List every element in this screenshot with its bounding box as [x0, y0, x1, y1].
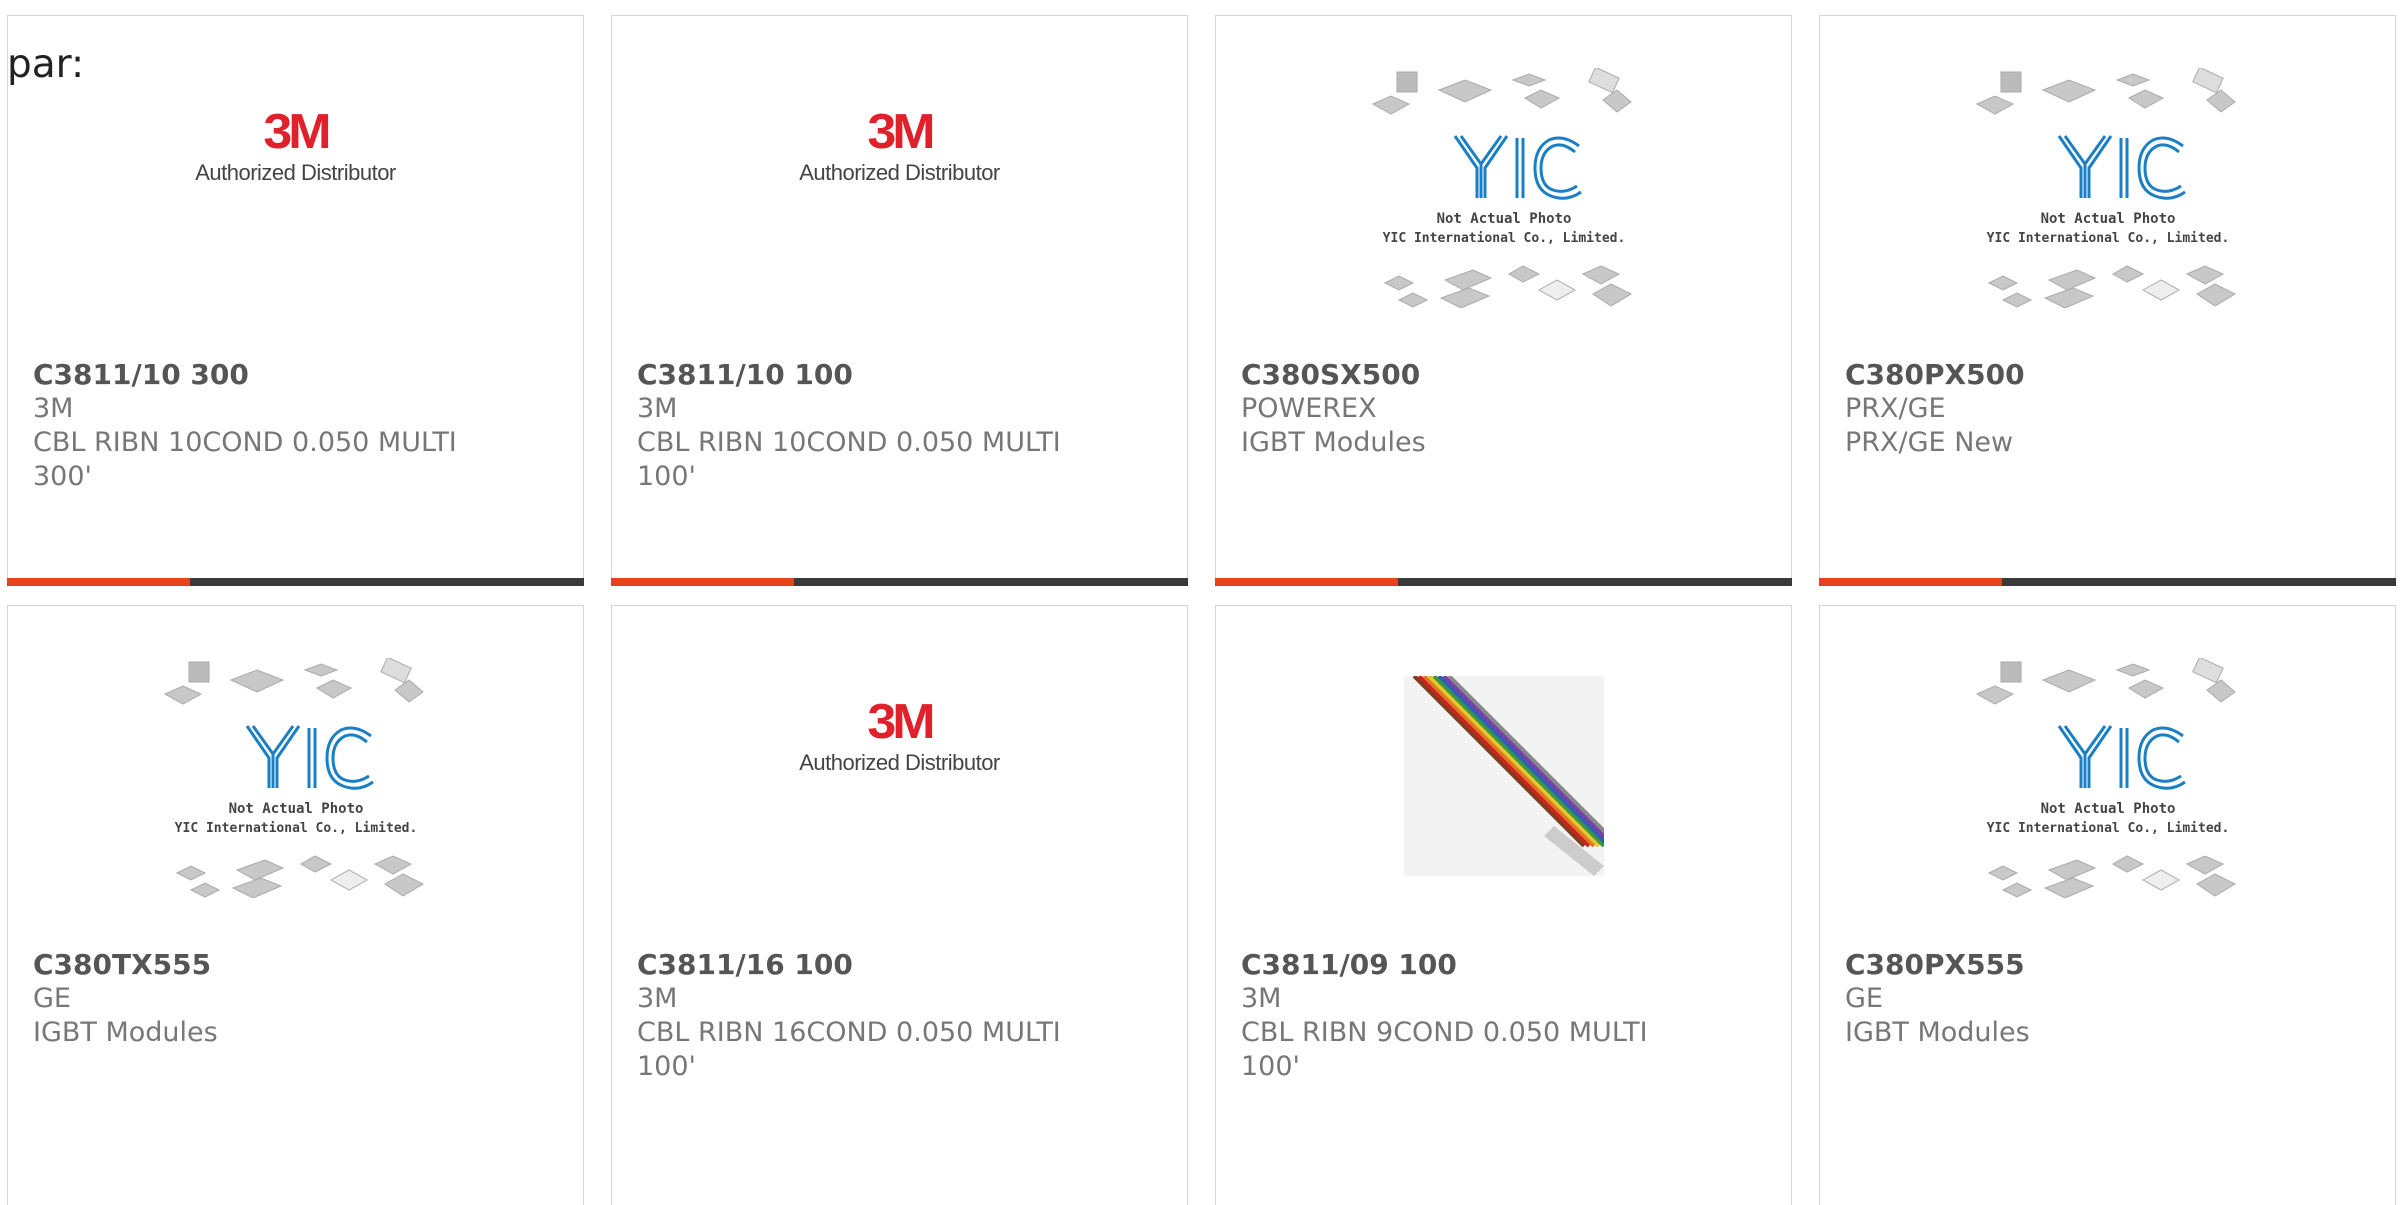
card-accent-bar [7, 578, 584, 586]
product-thumbnail[interactable]: Not Actual Photo YIC International Co., … [1820, 658, 2395, 898]
product-card[interactable]: Not Actual Photo YIC International Co., … [1819, 605, 2396, 1205]
product-card[interactable]: Not Actual Photo YIC International Co., … [1819, 15, 2396, 586]
card-accent-segment [611, 578, 794, 586]
product-thumbnail[interactable]: 3M Authorized Distributor [8, 56, 583, 236]
part-number-link[interactable]: C3811/10 100 [637, 358, 1067, 392]
logo-3m-mark: 3M [867, 104, 935, 160]
product-card[interactable]: Not Actual Photo YIC International Co., … [7, 605, 584, 1205]
logo-3m-tagline: Authorized Distributor [799, 160, 1000, 185]
part-number-link[interactable]: C3811/16 100 [637, 948, 1067, 982]
description: PRX/GE New [1845, 427, 2014, 458]
part-number-link[interactable]: C380TX555 [33, 948, 463, 982]
yic-placeholder-image: Not Actual Photo YIC International Co., … [1975, 658, 2236, 898]
card-accent-bar [1215, 578, 1792, 586]
description: IGBT Modules [1241, 427, 1426, 458]
yic-line1: Not Actual Photo [228, 801, 363, 817]
manufacturer: PRX/GE [1845, 393, 1946, 424]
yic-placeholder-image: Not Actual Photo YIC International Co., … [1371, 68, 1632, 308]
brand-logo-3m: 3M Authorized Distributor [799, 696, 1000, 776]
brand-logo-3m: 3M Authorized Distributor [195, 106, 396, 186]
product-thumbnail[interactable]: Not Actual Photo YIC International Co., … [8, 658, 583, 898]
description: CBL RIBN 10COND 0.050 MULTI 100' [637, 427, 1061, 492]
manufacturer: 3M [33, 393, 74, 424]
card-accent-bar [611, 578, 1188, 586]
logo-3m-mark: 3M [867, 694, 935, 750]
product-thumbnail[interactable] [1216, 676, 1791, 876]
logo-3m-tagline: Authorized Distributor [799, 750, 1000, 775]
yic-placeholder-image: Not Actual Photo YIC International Co., … [163, 658, 424, 898]
product-thumbnail[interactable]: 3M Authorized Distributor [612, 646, 1187, 826]
card-accent-segment [1819, 578, 2002, 586]
product-info: C3811/09 100 3M CBL RIBN 9COND 0.050 MULTI… [1241, 948, 1671, 1084]
yic-line2: YIC International Co., Limited. [1986, 231, 2229, 246]
product-thumbnail[interactable]: Not Actual Photo YIC International Co., … [1820, 68, 2395, 308]
brand-logo-3m: 3M Authorized Distributor [799, 106, 1000, 186]
page-label: par: [7, 42, 85, 87]
product-thumbnail[interactable]: Not Actual Photo YIC International Co., … [1216, 68, 1791, 308]
card-accent-segment [1215, 578, 1398, 586]
product-card[interactable]: 3M Authorized Distributor C3811/10 300 3M… [7, 15, 584, 586]
product-card[interactable]: C3811/09 100 3M CBL RIBN 9COND 0.050 MULTI… [1215, 605, 1792, 1205]
manufacturer: GE [1845, 983, 1883, 1014]
manufacturer: 3M [637, 393, 678, 424]
manufacturer: 3M [1241, 983, 1282, 1014]
yic-line1: Not Actual Photo [2040, 801, 2175, 817]
yic-line2: YIC International Co., Limited. [1382, 231, 1625, 246]
product-card[interactable]: 3M Authorized Distributor C3811/10 100 3M… [611, 15, 1188, 586]
product-info: C3811/16 100 3M CBL RIBN 16COND 0.050 MULT… [637, 948, 1067, 1084]
card-accent-bar [1819, 578, 2396, 586]
logo-3m-tagline: Authorized Distributor [195, 160, 396, 185]
product-info: C380TX555 GE IGBT Modules [33, 948, 463, 1050]
description: CBL RIBN 16COND 0.050 MULTI 100' [637, 1017, 1061, 1082]
part-number-link[interactable]: C3811/10 300 [33, 358, 463, 392]
product-info: C380PX555 GE IGBT Modules [1845, 948, 2275, 1050]
manufacturer: 3M [637, 983, 678, 1014]
yic-line2: YIC International Co., Limited. [1986, 821, 2229, 836]
part-number-link[interactable]: C380SX500 [1241, 358, 1671, 392]
manufacturer: POWEREX [1241, 393, 1377, 424]
product-info: C380SX500 POWEREX IGBT Modules [1241, 358, 1671, 460]
product-info: C3811/10 300 3M CBL RIBN 10COND 0.050 MULT… [33, 358, 463, 494]
part-number-link[interactable]: C3811/09 100 [1241, 948, 1671, 982]
part-number-link[interactable]: C380PX555 [1845, 948, 2275, 982]
product-card[interactable]: 3M Authorized Distributor C3811/16 100 3M… [611, 605, 1188, 1205]
ribbon-cable-image [1403, 676, 1604, 876]
yic-line2: YIC International Co., Limited. [174, 821, 417, 836]
yic-line1: Not Actual Photo [2040, 211, 2175, 227]
description: IGBT Modules [33, 1017, 218, 1048]
product-info: C380PX500 PRX/GE PRX/GE New [1845, 358, 2275, 460]
logo-3m-mark: 3M [263, 104, 331, 160]
product-thumbnail[interactable]: 3M Authorized Distributor [612, 56, 1187, 236]
part-number-link[interactable]: C380PX500 [1845, 358, 2275, 392]
product-card[interactable]: Not Actual Photo YIC International Co., … [1215, 15, 1792, 586]
yic-line1: Not Actual Photo [1436, 211, 1571, 227]
product-info: C3811/10 100 3M CBL RIBN 10COND 0.050 MULT… [637, 358, 1067, 494]
manufacturer: GE [33, 983, 71, 1014]
description: CBL RIBN 9COND 0.050 MULTI 100' [1241, 1017, 1648, 1082]
card-accent-segment [7, 578, 190, 586]
description: IGBT Modules [1845, 1017, 2030, 1048]
description: CBL RIBN 10COND 0.050 MULTI 300' [33, 427, 457, 492]
yic-placeholder-image: Not Actual Photo YIC International Co., … [1975, 68, 2236, 308]
